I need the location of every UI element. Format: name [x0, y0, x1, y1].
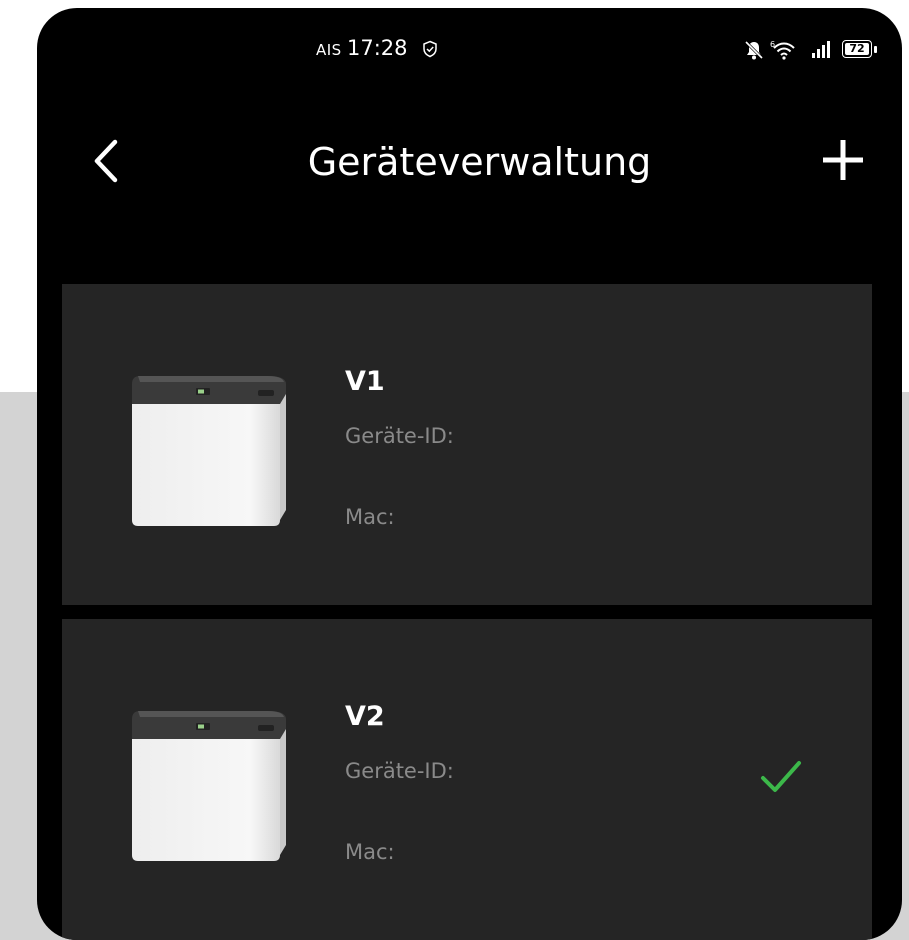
mac-label: Mac:	[345, 505, 395, 529]
mac-label: Mac:	[345, 840, 395, 864]
battery-device-image	[132, 376, 286, 526]
device-card-v1[interactable]: V1 Geräte-ID: Mac:	[62, 284, 872, 605]
shield-check-icon	[423, 40, 437, 58]
device-card-v2[interactable]: V2 Geräte-ID: Mac:	[62, 619, 872, 940]
battery-device-image	[132, 711, 286, 861]
wifi-icon: 6	[770, 40, 795, 60]
device-name: V2	[345, 701, 385, 732]
battery-level: 72	[845, 43, 869, 55]
battery-icon: 72	[842, 40, 872, 58]
carrier-label: AIS	[316, 41, 342, 59]
mute-bell-icon	[744, 40, 764, 60]
phone-screen: AIS 17:28 6 72 Geräteverwaltung V1 Gerät…	[37, 8, 902, 940]
page-title: Geräteverwaltung	[307, 140, 652, 184]
clock: 17:28	[347, 36, 408, 60]
battery-tip	[874, 46, 877, 53]
add-device-button[interactable]	[822, 139, 864, 181]
signal-icon	[812, 41, 830, 58]
device-name: V1	[345, 366, 385, 397]
checkmark-icon	[761, 761, 801, 792]
device-id-label: Geräte-ID:	[345, 424, 454, 448]
device-id-label: Geräte-ID:	[345, 759, 454, 783]
status-bar: AIS 17:28 6 72	[37, 36, 902, 66]
